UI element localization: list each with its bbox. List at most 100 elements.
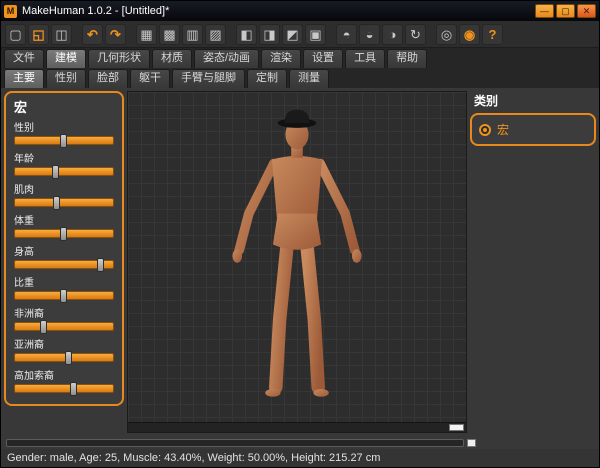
gender-slider[interactable]: 性别 (14, 119, 114, 145)
african-slider-label: 非洲裔 (14, 305, 114, 320)
weight-slider[interactable]: 体重 (14, 212, 114, 238)
menu-tab-modelling[interactable]: 建模 (46, 49, 86, 68)
height-slider-handle[interactable] (97, 258, 104, 272)
subdivision-toggle-icon[interactable]: ▩ (159, 24, 180, 45)
reset-camera-icon[interactable]: ↻ (405, 24, 426, 45)
sub-tab-arms-legs[interactable]: 手臂与腿脚 (172, 69, 245, 88)
age-slider[interactable]: 年龄 (14, 150, 114, 176)
human-model[interactable] (182, 98, 412, 416)
age-slider-handle[interactable] (52, 165, 59, 179)
menu-tab-bar: 文件 建模 几何形状 材质 姿态/动画 渲染 设置 工具 帮助 (1, 48, 599, 68)
gender-slider-handle[interactable] (60, 134, 67, 148)
menu-tab-pose-animate[interactable]: 姿态/动画 (194, 49, 259, 68)
proportions-slider[interactable]: 比重 (14, 274, 114, 300)
proportions-slider-label: 比重 (14, 274, 114, 289)
caucasian-slider-label: 高加索裔 (14, 367, 114, 382)
proportions-slider-handle[interactable] (60, 289, 67, 303)
save-file-icon[interactable]: ◫ (51, 24, 72, 45)
african-slider[interactable]: 非洲裔 (14, 305, 114, 331)
top-view-icon[interactable]: ◓ (336, 24, 357, 45)
window-title: MakeHuman 1.0.2 - [Untitled]* (22, 5, 533, 17)
asian-slider-handle[interactable] (65, 351, 72, 365)
face-camera-icon[interactable]: ◉ (459, 24, 480, 45)
category-option-macro[interactable]: 宏 (479, 121, 587, 138)
minimize-button[interactable]: — (535, 4, 554, 18)
category-box: 宏 (470, 113, 596, 146)
macro-panel-title: 宏 (14, 97, 114, 116)
status-text: Gender: male, Age: 25, Muscle: 43.40%, W… (7, 452, 380, 464)
muscle-slider-track[interactable] (14, 198, 114, 207)
radio-selected-icon[interactable] (479, 124, 491, 136)
side-view-icon[interactable]: ◑ (382, 24, 403, 45)
main-area: 宏 性别 年龄 肌肉 体重 身高 比重 (1, 88, 599, 436)
proportions-slider-track[interactable] (14, 291, 114, 300)
redo-icon[interactable]: ↷ (105, 24, 126, 45)
menu-tab-utilities[interactable]: 工具 (345, 49, 385, 68)
menu-tab-help[interactable]: 帮助 (387, 49, 427, 68)
african-slider-track[interactable] (14, 322, 114, 331)
height-slider-label: 身高 (14, 243, 114, 258)
symmetry-toggle-icon[interactable]: ◩ (282, 24, 303, 45)
open-folder-icon[interactable]: ◱ (28, 24, 49, 45)
category-panel: 类别 宏 (470, 91, 596, 433)
menu-tab-materials[interactable]: 材质 (152, 49, 192, 68)
grid-toggle-icon[interactable]: ▦ (136, 24, 157, 45)
toolbar: ▢ ◱ ◫ ↶ ↷ ▦ ▩ ▥ ▨ ◧ ◨ ◩ ▣ ◓ ◒ ◑ ↻ ◎ ◉ ? (1, 21, 599, 48)
caucasian-slider-track[interactable] (14, 384, 114, 393)
caucasian-slider[interactable]: 高加索裔 (14, 367, 114, 393)
maximize-button[interactable]: ▢ (556, 4, 575, 18)
weight-slider-handle[interactable] (60, 227, 67, 241)
weight-slider-track[interactable] (14, 229, 114, 238)
viewport-hscroll-thumb[interactable] (449, 424, 464, 431)
viewport-3d[interactable] (127, 91, 467, 433)
asian-slider[interactable]: 亚洲裔 (14, 336, 114, 362)
sub-tab-measure[interactable]: 测量 (289, 69, 329, 88)
african-slider-handle[interactable] (40, 320, 47, 334)
title-bar: M MakeHuman 1.0.2 - [Untitled]* — ▢ ✕ (1, 1, 599, 21)
sub-tab-main[interactable]: 主要 (4, 69, 44, 88)
viewport-hscrollbar[interactable] (128, 422, 466, 432)
symmetry-left-icon[interactable]: ◧ (236, 24, 257, 45)
sub-tab-torso[interactable]: 躯干 (130, 69, 170, 88)
menu-tab-rendering[interactable]: 渲染 (261, 49, 301, 68)
category-title: 类别 (474, 92, 596, 109)
background-toggle-icon[interactable]: ▣ (305, 24, 326, 45)
close-button[interactable]: ✕ (577, 4, 596, 18)
smooth-shading-toggle-icon[interactable]: ▨ (205, 24, 226, 45)
resize-grip[interactable] (467, 439, 476, 447)
category-option-label: 宏 (497, 121, 509, 138)
undo-icon[interactable]: ↶ (82, 24, 103, 45)
macro-panel: 宏 性别 年龄 肌肉 体重 身高 比重 (4, 91, 124, 406)
sub-tab-bar: 主要 性别 脸部 躯干 手臂与腿脚 定制 测量 (1, 68, 599, 88)
menu-tab-geometries[interactable]: 几何形状 (88, 49, 150, 68)
height-slider-track[interactable] (14, 260, 114, 269)
status-bar: Gender: male, Age: 25, Muscle: 43.40%, W… (1, 449, 599, 467)
gender-slider-label: 性别 (14, 119, 114, 134)
weight-slider-label: 体重 (14, 212, 114, 227)
global-camera-icon[interactable]: ◎ (436, 24, 457, 45)
symmetry-right-icon[interactable]: ◨ (259, 24, 280, 45)
wireframe-toggle-icon[interactable]: ▥ (182, 24, 203, 45)
sub-tab-face[interactable]: 脸部 (88, 69, 128, 88)
menu-tab-file[interactable]: 文件 (4, 49, 44, 68)
new-file-icon[interactable]: ▢ (5, 24, 26, 45)
app-logo-icon: M (4, 5, 17, 18)
age-slider-track[interactable] (14, 167, 114, 176)
front-view-icon[interactable]: ◒ (359, 24, 380, 45)
caucasian-slider-handle[interactable] (70, 382, 77, 396)
sub-tab-custom[interactable]: 定制 (247, 69, 287, 88)
muscle-slider[interactable]: 肌肉 (14, 181, 114, 207)
sub-tab-gender[interactable]: 性别 (46, 69, 86, 88)
height-slider[interactable]: 身高 (14, 243, 114, 269)
gender-slider-track[interactable] (14, 136, 114, 145)
asian-slider-label: 亚洲裔 (14, 336, 114, 351)
asian-slider-track[interactable] (14, 353, 114, 362)
progress-bar (6, 439, 464, 447)
help-icon[interactable]: ? (482, 24, 503, 45)
muscle-slider-label: 肌肉 (14, 181, 114, 196)
muscle-slider-handle[interactable] (53, 196, 60, 210)
progress-row (1, 436, 599, 449)
makehuman-window: M MakeHuman 1.0.2 - [Untitled]* — ▢ ✕ ▢ … (0, 0, 600, 468)
menu-tab-settings[interactable]: 设置 (303, 49, 343, 68)
age-slider-label: 年龄 (14, 150, 114, 165)
